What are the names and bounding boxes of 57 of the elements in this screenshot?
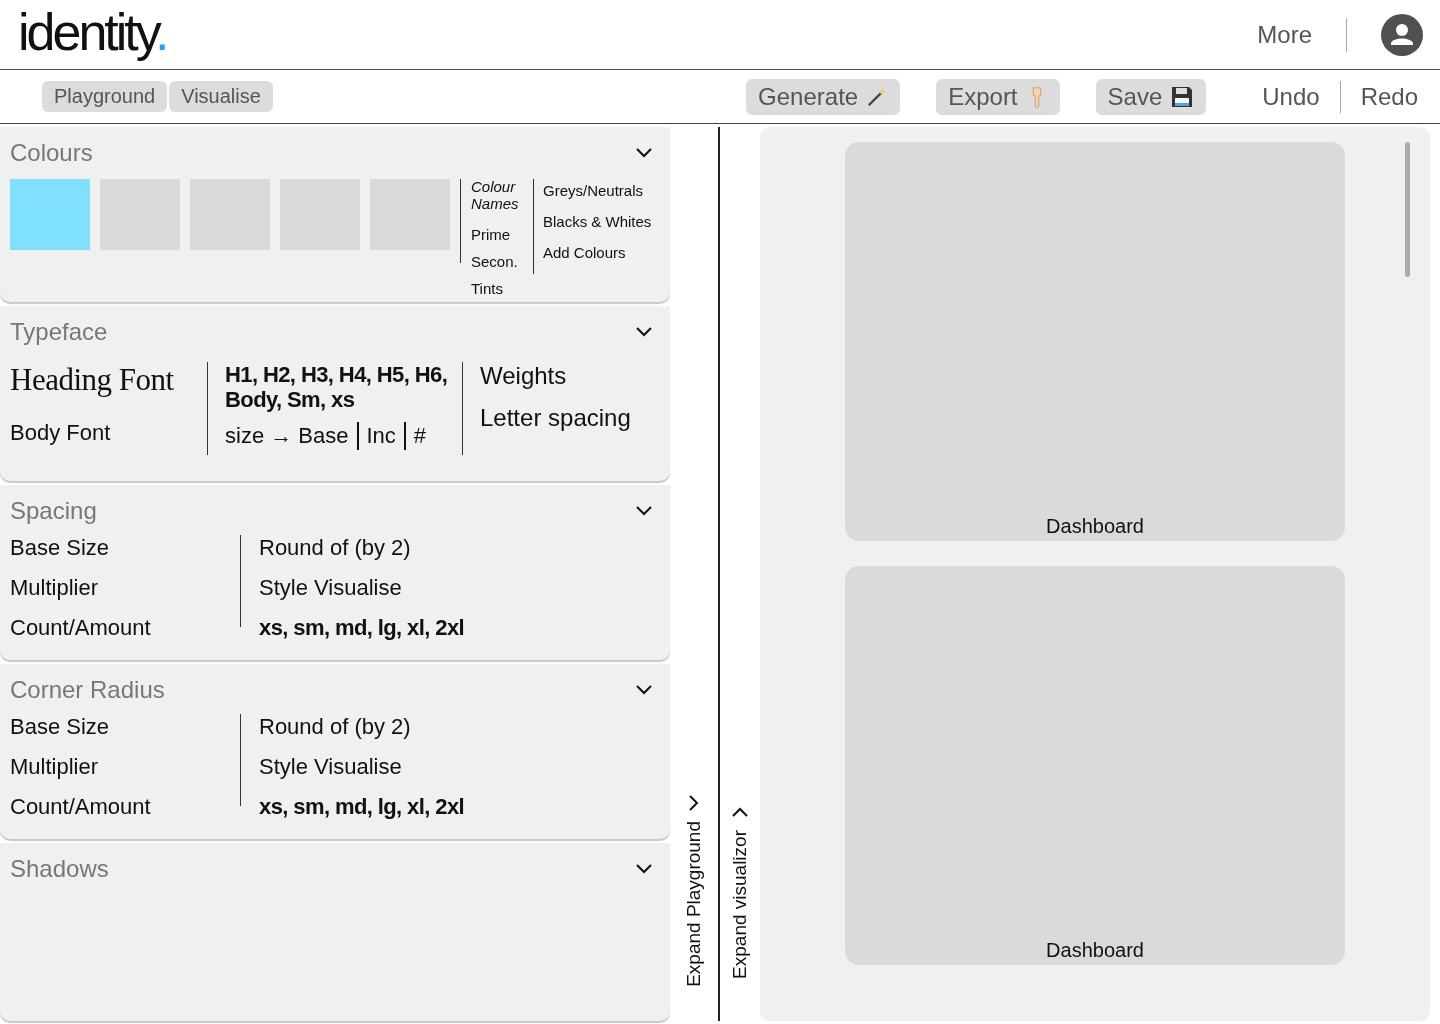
chevron-icon[interactable] <box>636 685 652 695</box>
tab[interactable]: Playground <box>42 81 168 112</box>
generate-button[interactable]: Generate <box>746 78 901 115</box>
colour-name[interactable]: Secon. <box>471 248 527 275</box>
chevron-icon <box>732 807 748 818</box>
section-title: Shadows <box>10 855 109 883</box>
heading-font-label[interactable]: Heading Font <box>10 362 207 398</box>
scale-setting[interactable]: Multiplier <box>10 575 240 601</box>
body-font-label[interactable]: Body Font <box>10 420 207 446</box>
magic-wand-icon <box>866 85 889 108</box>
scale-setting[interactable]: Count/Amount <box>10 794 240 820</box>
preview-card[interactable]: Dashboard <box>845 142 1345 541</box>
scrollbar[interactable] <box>1405 142 1410 277</box>
type-option[interactable]: Letter spacing <box>480 404 631 432</box>
size-steps-text: xs, sm, md, lg, xl, 2xl <box>259 615 465 641</box>
chevron-icon[interactable] <box>636 506 652 516</box>
more-link[interactable]: More <box>1257 20 1312 49</box>
size-steps-text: xs, sm, md, lg, xl, 2xl <box>259 794 465 820</box>
scale-setting[interactable]: Count/Amount <box>10 615 240 641</box>
size-option[interactable]: # <box>413 423 427 449</box>
colour-option[interactable]: Add Colours <box>543 244 652 261</box>
undo-button[interactable]: Undo <box>1242 82 1340 111</box>
colour-option[interactable]: Greys/Neutrals <box>543 182 652 199</box>
scale-option[interactable]: Round of (by 2) <box>259 714 465 740</box>
export-button[interactable]: Export <box>936 78 1060 115</box>
chevron-icon[interactable] <box>636 327 652 337</box>
save-button[interactable]: Save <box>1095 78 1207 115</box>
tab[interactable]: Visualise <box>169 81 273 112</box>
scale-option[interactable]: Style Visualise <box>259 754 465 780</box>
type-option[interactable]: Weights <box>480 362 631 390</box>
colour-swatch[interactable] <box>10 179 90 250</box>
chevron-icon <box>689 795 699 812</box>
preview-label: Dashboard <box>1046 515 1144 538</box>
section-title: Typeface <box>10 318 108 346</box>
redo-button[interactable]: Redo <box>1340 82 1418 111</box>
expand-playground-button[interactable]: Expand Playground <box>683 795 705 987</box>
scale-option[interactable]: Round of (by 2) <box>259 535 465 561</box>
chevron-icon[interactable] <box>636 148 652 158</box>
type-levels-text: H1, H2, H3, H4, H5, H6, Body, Sm, xs <box>225 362 449 412</box>
user-avatar-icon[interactable] <box>1381 13 1423 56</box>
colour-name[interactable]: Tints <box>471 275 527 302</box>
scale-setting[interactable]: Base Size <box>10 714 240 740</box>
scale-option[interactable]: Style Visualise <box>259 575 465 601</box>
section-title: Colours <box>10 139 93 167</box>
expand-visualizer-button[interactable]: Expand visualizor <box>729 804 751 979</box>
preview-card[interactable]: Dashboard <box>845 566 1345 965</box>
size-option[interactable]: Inc <box>366 423 396 449</box>
colour-option[interactable]: Blacks & Whites <box>543 213 652 230</box>
section-title: Spacing <box>10 497 97 525</box>
scale-setting[interactable]: Base Size <box>10 535 240 561</box>
section-title: Corner Radius <box>10 676 165 704</box>
size-option[interactable]: size → Base <box>225 423 349 449</box>
colour-names-label: Colour Names <box>471 179 520 212</box>
preview-label: Dashboard <box>1046 939 1144 962</box>
scale-setting[interactable]: Multiplier <box>10 754 240 780</box>
chevron-icon[interactable] <box>636 864 652 874</box>
colour-name[interactable]: Prime <box>471 221 527 248</box>
